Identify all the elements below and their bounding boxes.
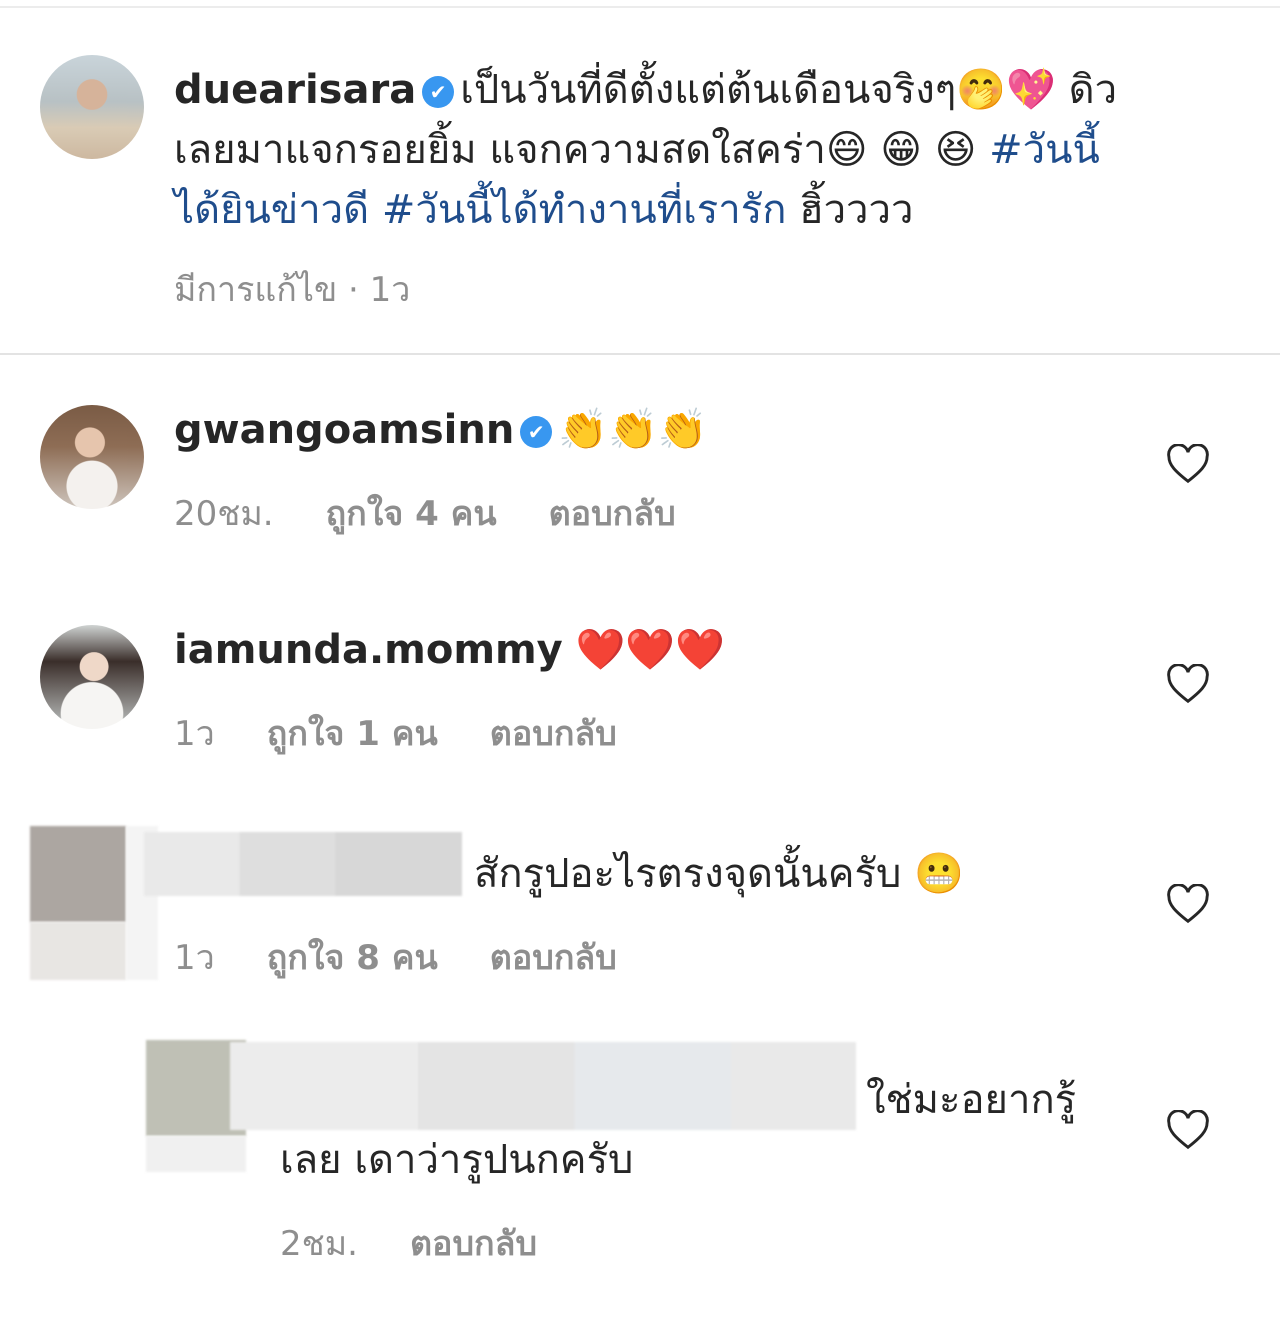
comment-3-meta: 1ว ถูกใจ 8 คน ตอบกลับ bbox=[174, 930, 669, 984]
comment-avatar[interactable] bbox=[40, 405, 144, 509]
comment-2-body: iamunda.mommy ❤️❤️❤️ bbox=[174, 620, 725, 680]
caption-text-2: เลยมาแจกรอยยิ้ม แจกความสดใสคร่า😄 😁 😆 bbox=[174, 127, 990, 173]
censored-username bbox=[144, 832, 462, 896]
heart-outline-icon[interactable] bbox=[1166, 664, 1210, 704]
heart-outline-icon[interactable] bbox=[1166, 884, 1210, 924]
comment-text: เลย เดาว่ารูปนกครับ bbox=[280, 1137, 634, 1183]
comment-text: ❤️❤️❤️ bbox=[575, 627, 725, 673]
censored-avatar bbox=[146, 1136, 246, 1172]
comment-4-meta: 2ชม. ตอบกลับ bbox=[280, 1216, 589, 1270]
reply-button[interactable]: ตอบกลับ bbox=[549, 494, 676, 534]
comment-username[interactable]: iamunda.mommy bbox=[174, 627, 563, 673]
hashtag-link-2[interactable]: #วันนี้ได้ทำงานที่เรารัก bbox=[382, 187, 787, 233]
caption-line-2: เลยมาแจกรอยยิ้ม แจกความสดใสคร่า😄 😁 😆 #วั… bbox=[174, 120, 1100, 180]
comment-2-meta: 1ว ถูกใจ 1 คน ตอบกลับ bbox=[174, 706, 669, 760]
section-divider bbox=[0, 353, 1280, 355]
verified-badge-icon: ✔ bbox=[520, 416, 553, 448]
comment-time: 20ชม. bbox=[174, 494, 274, 534]
likes-count[interactable]: ถูกใจ 1 คน bbox=[267, 714, 438, 754]
heart-outline-icon[interactable] bbox=[1166, 1110, 1210, 1150]
reply-button[interactable]: ตอบกลับ bbox=[490, 714, 617, 754]
reply-button[interactable]: ตอบกลับ bbox=[410, 1224, 537, 1264]
censored-avatar bbox=[30, 922, 126, 980]
comment-4-body-2: เลย เดาว่ารูปนกครับ bbox=[280, 1130, 633, 1190]
comment-avatar[interactable] bbox=[40, 625, 144, 729]
likes-count[interactable]: ถูกใจ 8 คน bbox=[267, 938, 438, 978]
hashtag-link-1[interactable]: #วันนี้ bbox=[989, 127, 1100, 173]
post-author-avatar[interactable] bbox=[40, 55, 144, 159]
caption-tail: ฮิ้วววว bbox=[799, 187, 914, 233]
caption-text-1: เป็นวันที่ดีตั้งแต่ต้นเดือนจริงๆ🤭💖 ดิว bbox=[460, 67, 1118, 113]
likes-count[interactable]: ถูกใจ 4 คน bbox=[326, 494, 497, 534]
post-meta: มีการแก้ไข · 1ว bbox=[174, 262, 462, 316]
comment-text: 👏👏👏 bbox=[558, 407, 708, 453]
caption-line-3: ได้ยินข่าวดี #วันนี้ได้ทำงานที่เรารัก ฮิ… bbox=[174, 180, 913, 240]
caption-line-1: duearisara ✔ เป็นวันที่ดีตั้งแต่ต้นเดือนจร… bbox=[174, 60, 1117, 120]
censored-username bbox=[230, 1042, 856, 1130]
comment-4-body-1: ใช่มะอยากรู้ bbox=[866, 1070, 1076, 1130]
reply-button[interactable]: ตอบกลับ bbox=[490, 938, 617, 978]
post-username[interactable]: duearisara bbox=[174, 67, 416, 113]
comment-username[interactable]: gwangoamsinn bbox=[174, 407, 514, 453]
edited-label: มีการแก้ไข · 1ว bbox=[174, 270, 411, 310]
top-divider bbox=[0, 6, 1280, 8]
hashtag-link-1-cont[interactable]: ได้ยินข่าวดี bbox=[174, 187, 369, 233]
comment-text: ใช่มะอยากรู้ bbox=[866, 1077, 1077, 1123]
comment-3-body: สักรูปอะไรตรงจุดนั้นครับ 😬 bbox=[474, 844, 964, 904]
comment-text: สักรูปอะไรตรงจุดนั้นครับ 😬 bbox=[474, 851, 964, 897]
heart-outline-icon[interactable] bbox=[1166, 444, 1210, 484]
comment-time: 1ว bbox=[174, 714, 215, 754]
comment-1-meta: 20ชม. ถูกใจ 4 คน ตอบกลับ bbox=[174, 486, 728, 540]
censored-avatar bbox=[30, 826, 126, 922]
comment-time: 2ชม. bbox=[280, 1224, 358, 1264]
comment-1-body: gwangoamsinn ✔ 👏👏👏 bbox=[174, 400, 708, 460]
verified-badge-icon: ✔ bbox=[422, 76, 455, 108]
comment-time: 1ว bbox=[174, 938, 215, 978]
